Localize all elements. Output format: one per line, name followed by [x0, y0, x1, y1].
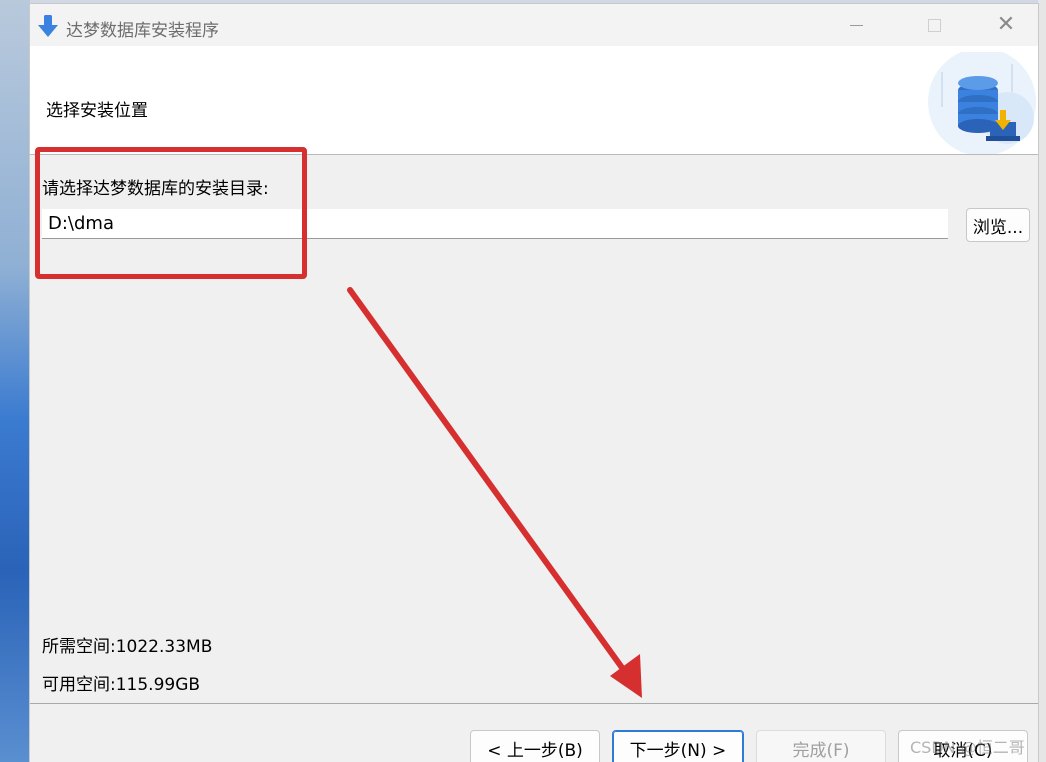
page-header: 选择安装位置: [30, 46, 1038, 155]
window-title: 达梦数据库安装程序: [66, 21, 219, 41]
required-space-label: 所需空间:1022.33MB: [42, 637, 213, 657]
browse-button[interactable]: 浏览...: [966, 208, 1030, 242]
back-button[interactable]: < 上一步(B): [470, 730, 600, 762]
title-bar[interactable]: 达梦数据库安装程序 ✕: [30, 4, 1038, 46]
desktop-background: [0, 0, 30, 762]
available-space-label: 可用空间:115.99GB: [42, 675, 201, 695]
maximize-icon: [927, 18, 941, 32]
close-icon: ✕: [996, 12, 1016, 37]
close-button[interactable]: ✕: [986, 12, 1026, 38]
next-button[interactable]: 下一步(N) >: [612, 730, 744, 762]
installer-window: 达梦数据库安装程序 ✕ 选择安装位置 请选择达梦数据库的安装目录: 浏览...: [30, 4, 1038, 762]
finish-button[interactable]: 完成(F): [756, 730, 886, 762]
minimize-icon: [849, 24, 863, 26]
minimize-button[interactable]: [836, 12, 876, 38]
maximize-button[interactable]: [914, 12, 954, 38]
footer-divider: [30, 703, 1038, 704]
cancel-button[interactable]: 取消(C): [898, 730, 1028, 762]
database-install-icon: [928, 52, 1036, 154]
desktop-edge: [1038, 0, 1046, 762]
download-arrow-icon: [38, 15, 58, 37]
annotation-highlight-box: [35, 147, 307, 279]
page-title: 选择安装位置: [46, 101, 148, 121]
